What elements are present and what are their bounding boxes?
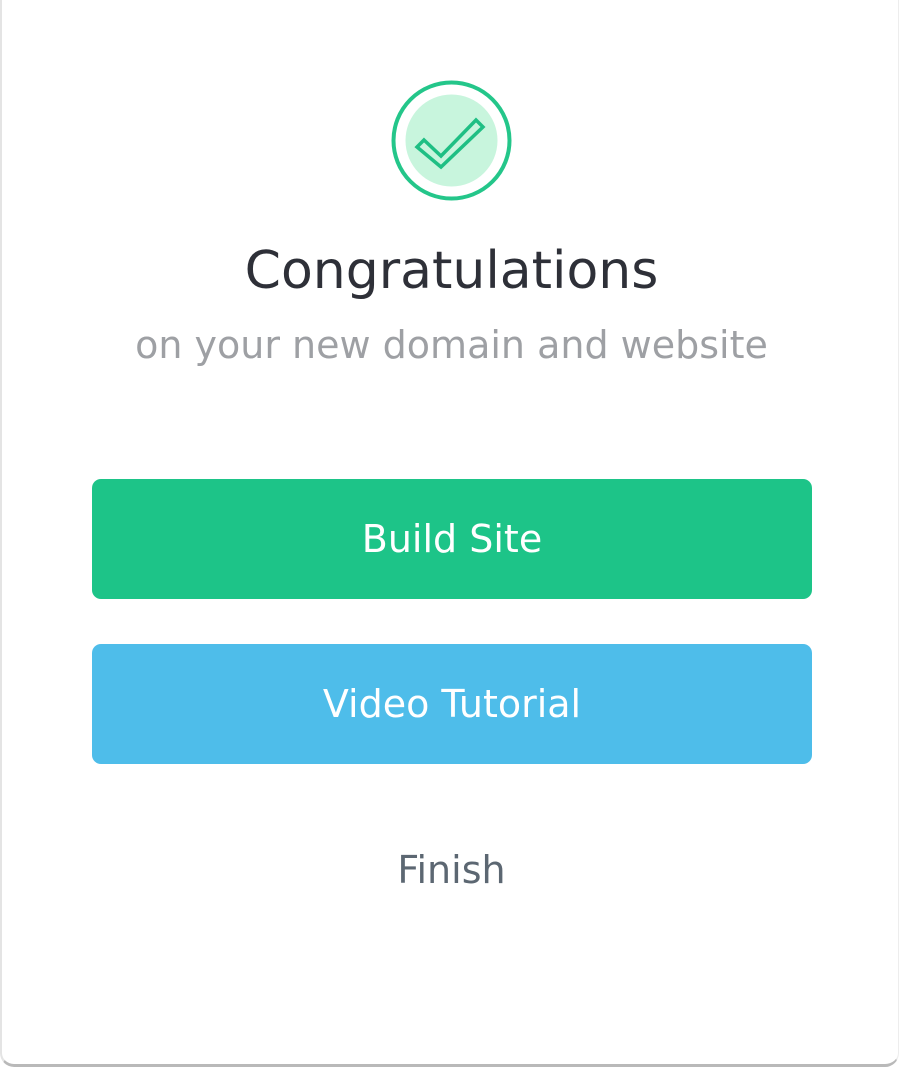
finish-link[interactable]: Finish [2, 840, 899, 900]
build-site-button[interactable]: Build Site [92, 479, 812, 599]
dialog-subtitle: on your new domain and website [135, 323, 768, 367]
checkmark-circle-icon [391, 80, 512, 201]
congratulations-dialog: Congratulations on your new domain and w… [0, 0, 899, 1067]
dialog-title: Congratulations [244, 241, 659, 301]
video-tutorial-button[interactable]: Video Tutorial [92, 644, 812, 764]
